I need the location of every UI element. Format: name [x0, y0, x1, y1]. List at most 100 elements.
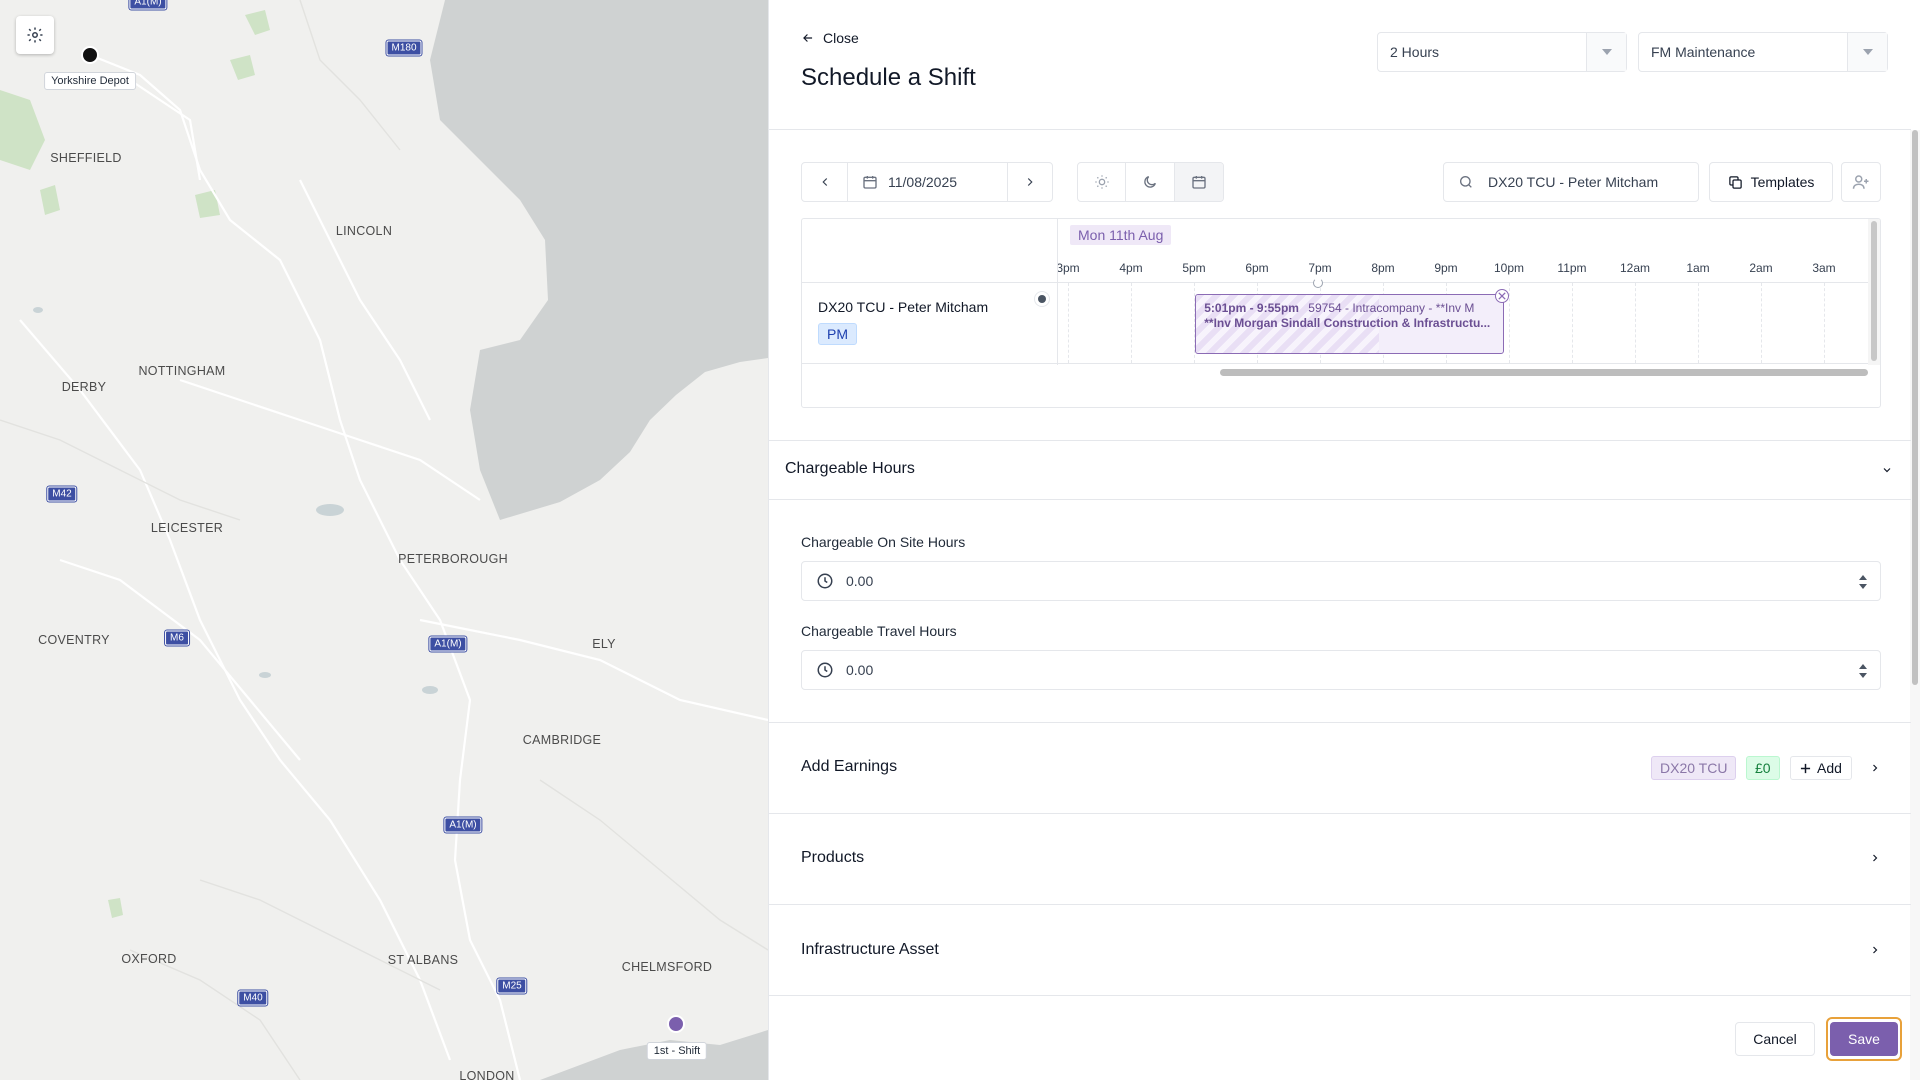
duration-select[interactable]: 2 Hours [1377, 32, 1627, 72]
category-value: FM Maintenance [1651, 44, 1756, 60]
city-label: LINCOLN [335, 224, 393, 238]
duration-value: 2 Hours [1390, 44, 1440, 60]
hour-gridline [1824, 283, 1825, 363]
depot-pin[interactable] [81, 46, 99, 64]
clock-icon [817, 662, 833, 678]
close-label: Close [823, 30, 859, 46]
scrollbar-thumb[interactable] [1220, 369, 1868, 376]
close-button[interactable]: Close [801, 30, 859, 46]
stepper-icon[interactable] [1858, 574, 1868, 590]
add-earning-button[interactable]: Add [1790, 756, 1852, 780]
save-button[interactable]: Save [1830, 1022, 1898, 1056]
next-date-button[interactable] [1008, 163, 1052, 201]
day-view-button[interactable] [1078, 163, 1127, 201]
shift-client: **Inv Morgan Sindall Construction & Infr… [1204, 316, 1491, 330]
hour-tick-label: 3am [1812, 261, 1836, 275]
park-area [230, 55, 255, 80]
hour-tick-label: 3pm [1058, 261, 1080, 275]
city-label: PETERBOROUGH [398, 552, 508, 566]
shift-pin-label: 1st - Shift [646, 1042, 708, 1060]
map-view[interactable]: SHEFFIELD LINCOLN DERBY NOTTINGHAM LEICE… [0, 0, 768, 1080]
panel-header: Close Schedule a Shift 2 Hours FM Mainte… [769, 0, 1911, 130]
plus-icon [1800, 763, 1811, 773]
road-shield: M40 [238, 990, 268, 1006]
hour-tick-label: 4pm [1119, 261, 1143, 275]
shift-pin[interactable] [667, 1015, 685, 1033]
city-label: COVENTRY [38, 633, 110, 647]
page-title: Schedule a Shift [801, 64, 976, 91]
chevron-right-icon [1873, 946, 1878, 954]
city-label: NOTTINGHAM [138, 364, 226, 378]
road-shield: M180 [386, 40, 422, 56]
scrollbar-thumb[interactable] [1871, 221, 1877, 361]
chevron-down-icon [1883, 468, 1891, 473]
map-settings-button[interactable] [16, 16, 54, 54]
travel-hours-input[interactable]: 0.00 [801, 650, 1881, 690]
cancel-button[interactable]: Cancel [1735, 1022, 1815, 1056]
onsite-hours-input[interactable]: 0.00 [801, 561, 1881, 601]
shift-block[interactable]: 5:01pm - 9:55pm 59754 - Intracompany - *… [1195, 294, 1504, 354]
hour-tick-label: 9pm [1434, 261, 1458, 275]
section-title: Chargeable Hours [785, 460, 915, 477]
now-marker-icon [1313, 278, 1323, 288]
scrollbar-thumb[interactable] [1912, 130, 1918, 685]
products-section-toggle[interactable]: Products [769, 814, 1911, 904]
hour-gridline [1509, 283, 1510, 363]
templates-label: Templates [1750, 174, 1815, 190]
hour-gridline [1068, 283, 1069, 363]
clock-icon [817, 573, 833, 589]
hour-gridline [1761, 283, 1762, 363]
city-label: LONDON [459, 1069, 515, 1080]
calendar-view-button[interactable] [1174, 163, 1223, 201]
divider [769, 995, 1911, 996]
park-area [195, 190, 220, 218]
chevron-down-icon [1586, 33, 1626, 71]
onsite-hours-value: 0.00 [846, 573, 874, 589]
panel-scrollbar[interactable] [1910, 130, 1920, 1080]
vehicle-badge: DX20 TCU [1651, 756, 1737, 780]
shift-timeline[interactable]: DX20 TCU - Peter Mitcham PM Mon 11th Aug… [801, 218, 1881, 408]
timeline-vertical-scrollbar[interactable] [1868, 219, 1880, 365]
templates-button[interactable]: Templates [1709, 162, 1833, 202]
category-select[interactable]: FM Maintenance [1638, 32, 1888, 72]
add-user-button[interactable] [1841, 162, 1881, 202]
road-shield: M25 [497, 978, 527, 994]
divider [802, 282, 1058, 283]
shift-job: 59754 - Intracompany - **Inv M [1308, 301, 1475, 315]
timeline-horizontal-scrollbar[interactable] [802, 365, 1880, 379]
park-area [245, 10, 270, 35]
remove-shift-button[interactable] [1494, 289, 1509, 303]
hour-tick-label: 7pm [1308, 261, 1332, 275]
onsite-hours-label: Chargeable On Site Hours [801, 534, 966, 550]
divider [769, 499, 1911, 500]
road-shield: A1(M) [429, 636, 467, 652]
city-label: DERBY [61, 380, 107, 394]
status-dot-icon [1038, 295, 1046, 303]
prev-date-button[interactable] [802, 163, 848, 201]
timeline-grid[interactable]: Mon 11th Aug 3pm 4pm 5pm 6pm 7pm 8pm 9pm 10pm 11… [1058, 219, 1880, 365]
date-input[interactable]: 11/08/2025 [848, 163, 1008, 201]
moon-icon [1144, 176, 1156, 188]
travel-hours-value: 0.00 [846, 662, 874, 678]
road-shield: M42 [47, 486, 77, 502]
city-label: CAMBRIDGE [522, 733, 602, 747]
resource-status-indicator [1034, 291, 1050, 307]
hour-gridline [1572, 283, 1573, 363]
infrastructure-section-toggle[interactable]: Infrastructure Asset [769, 905, 1911, 995]
hour-tick-label: 1am [1686, 261, 1710, 275]
view-toggle-group [1077, 162, 1224, 202]
amount-badge: £0 [1746, 756, 1780, 780]
hour-tick-label: 6pm [1245, 261, 1269, 275]
chevron-right-icon[interactable] [1869, 762, 1881, 774]
search-icon [1460, 176, 1472, 188]
hour-tick-label: 2am [1749, 261, 1773, 275]
hour-gridline [1635, 283, 1636, 363]
resource-search-input[interactable]: DX20 TCU - Peter Mitcham [1443, 162, 1699, 202]
close-icon [1498, 292, 1506, 300]
stepper-icon[interactable] [1858, 663, 1868, 679]
road-shield: M6 [165, 630, 189, 646]
timeline-resource-column: DX20 TCU - Peter Mitcham PM [802, 219, 1058, 365]
night-view-button[interactable] [1126, 163, 1175, 201]
copy-icon [1728, 175, 1742, 189]
chargeable-hours-toggle[interactable]: Chargeable Hours [769, 441, 1911, 499]
